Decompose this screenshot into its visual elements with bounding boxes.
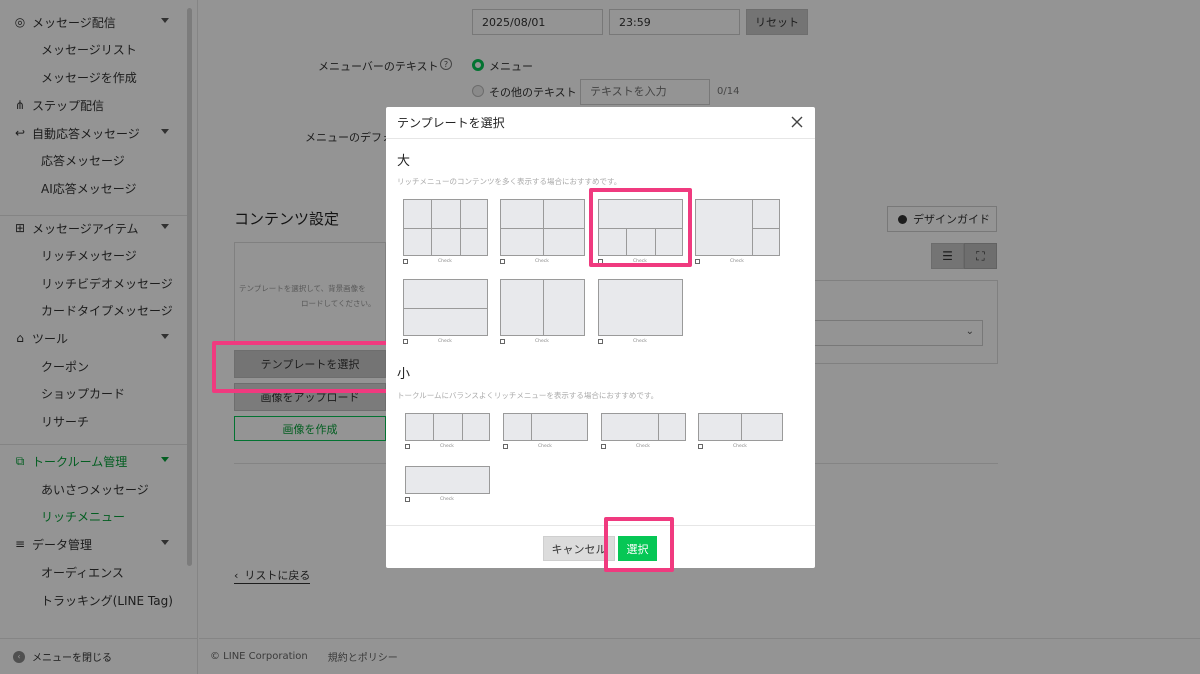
template-caption-text: Check xyxy=(440,444,454,449)
template-caption: Check xyxy=(405,444,490,449)
template-caption: Check xyxy=(598,259,683,264)
template-caption: Check xyxy=(601,444,686,449)
template-small-4[interactable]: Check xyxy=(698,413,783,455)
template-preview xyxy=(403,199,488,256)
template-divider xyxy=(654,227,656,255)
template-caption: Check xyxy=(598,339,683,344)
template-caption-text: Check xyxy=(733,444,747,449)
template-preview xyxy=(500,199,585,256)
close-icon[interactable] xyxy=(790,115,804,129)
template-divider xyxy=(740,414,742,440)
image-icon xyxy=(698,444,703,449)
template-large-1[interactable]: Check xyxy=(403,199,488,270)
template-select-dialog: テンプレートを選択 大 リッチメニューのコンテンツを多く表示する場合におすすめで… xyxy=(386,107,815,568)
select-button[interactable]: 選択 xyxy=(618,536,657,561)
template-caption-text: Check xyxy=(633,339,647,344)
template-caption: Check xyxy=(698,444,783,449)
dialog-title: テンプレートを選択 xyxy=(397,116,505,130)
template-large-4[interactable]: Check xyxy=(695,199,780,270)
small-section-title: 小 xyxy=(397,367,411,382)
template-preview xyxy=(503,413,588,441)
template-caption-text: Check xyxy=(538,444,552,449)
image-icon xyxy=(503,444,508,449)
template-caption: Check xyxy=(500,339,585,344)
image-icon xyxy=(598,339,603,344)
template-caption: Check xyxy=(503,444,588,449)
template-small-1[interactable]: Check xyxy=(405,413,490,455)
small-section-description: トークルームにバランスよくリッチメニューを表示する場合におすすめです。 xyxy=(397,391,659,400)
template-divider xyxy=(461,414,463,440)
image-icon xyxy=(695,259,700,264)
template-caption-text: Check xyxy=(633,259,647,264)
dialog-footer: キャンセル 選択 xyxy=(386,525,815,568)
template-divider xyxy=(404,227,487,229)
template-large-5[interactable]: Check xyxy=(403,279,488,350)
image-icon xyxy=(405,497,410,502)
large-section-title: 大 xyxy=(397,154,411,169)
template-caption-text: Check xyxy=(440,497,454,502)
template-preview xyxy=(405,413,490,441)
template-small-5[interactable]: Check xyxy=(405,466,490,508)
template-preview xyxy=(695,199,780,256)
template-caption-text: Check xyxy=(636,444,650,449)
template-divider xyxy=(404,307,487,309)
template-caption: Check xyxy=(403,259,488,264)
cancel-button[interactable]: キャンセル xyxy=(543,536,615,561)
template-large-3[interactable]: Check xyxy=(598,199,683,270)
template-large-2[interactable]: Check xyxy=(500,199,585,270)
dialog-header: テンプレートを選択 xyxy=(386,107,815,139)
template-divider xyxy=(599,227,682,229)
template-divider xyxy=(531,414,533,440)
template-preview xyxy=(598,279,683,336)
template-caption-text: Check xyxy=(730,259,744,264)
template-small-3[interactable]: Check xyxy=(601,413,686,455)
template-large-7[interactable]: Check xyxy=(598,279,683,350)
template-divider xyxy=(751,227,779,229)
template-small-2[interactable]: Check xyxy=(503,413,588,455)
image-icon xyxy=(403,339,408,344)
template-divider xyxy=(501,227,584,229)
template-divider xyxy=(542,280,544,335)
image-icon xyxy=(598,259,603,264)
template-divider xyxy=(433,414,435,440)
image-icon xyxy=(500,339,505,344)
image-icon xyxy=(403,259,408,264)
template-preview xyxy=(698,413,783,441)
template-caption-text: Check xyxy=(438,259,452,264)
template-caption-text: Check xyxy=(535,339,549,344)
template-preview xyxy=(601,413,686,441)
template-preview xyxy=(405,466,490,494)
image-icon xyxy=(405,444,410,449)
large-section-description: リッチメニューのコンテンツを多く表示する場合におすすめです。 xyxy=(397,177,622,186)
template-caption-text: Check xyxy=(535,259,549,264)
template-divider xyxy=(626,227,628,255)
template-caption: Check xyxy=(403,339,488,344)
template-caption: Check xyxy=(405,497,490,502)
template-caption: Check xyxy=(695,259,780,264)
template-caption: Check xyxy=(500,259,585,264)
template-preview xyxy=(598,199,683,256)
image-icon xyxy=(601,444,606,449)
template-preview xyxy=(403,279,488,336)
template-large-6[interactable]: Check xyxy=(500,279,585,350)
template-caption-text: Check xyxy=(438,339,452,344)
template-divider xyxy=(657,414,659,440)
template-preview xyxy=(500,279,585,336)
image-icon xyxy=(500,259,505,264)
